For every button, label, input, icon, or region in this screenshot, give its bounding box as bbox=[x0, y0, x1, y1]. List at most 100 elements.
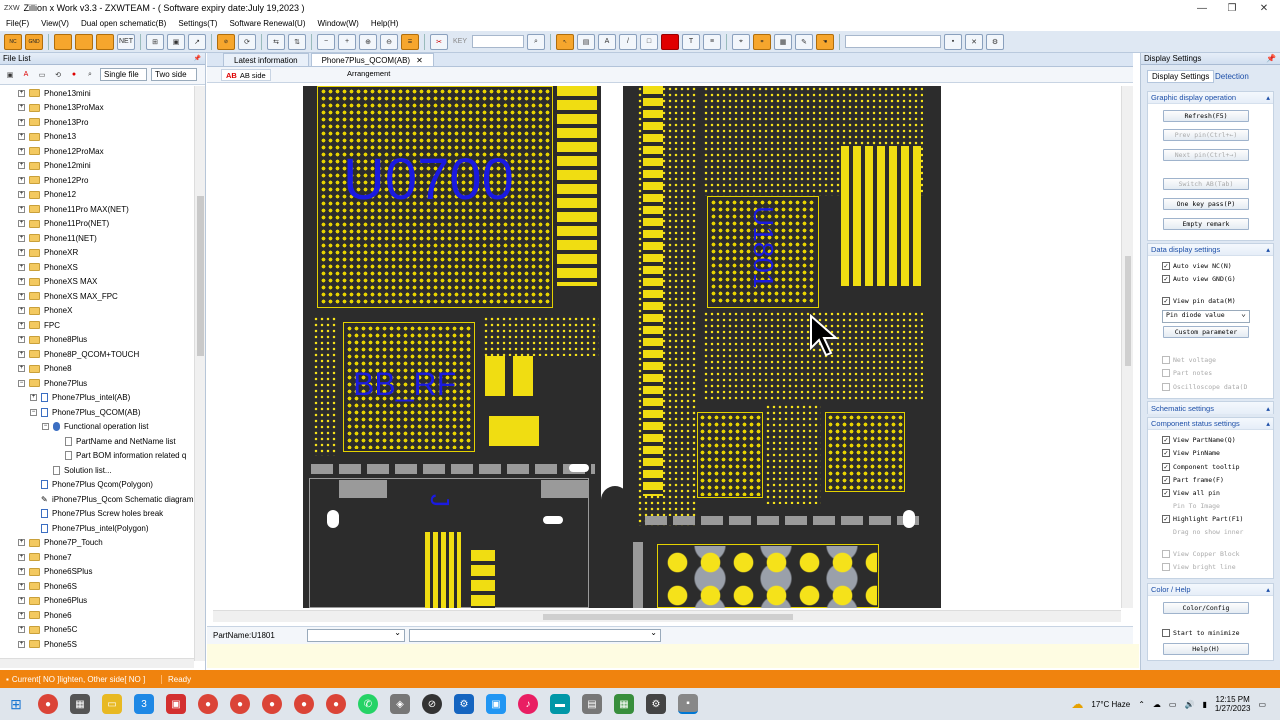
select-tool-icon[interactable]: ▤ bbox=[577, 33, 595, 50]
net-search-input[interactable] bbox=[845, 35, 941, 48]
tree-item[interactable]: − Phone7Plus_QCOM(AB) bbox=[30, 405, 140, 419]
measure-icon[interactable]: ⌖ bbox=[732, 33, 750, 50]
pcb-canvas[interactable]: U0700 BB_RF J U1801 bbox=[213, 86, 1119, 608]
tree-item[interactable]: − Phone7Plus bbox=[18, 376, 87, 390]
menu-file[interactable]: File(F) bbox=[0, 19, 35, 28]
tree-item[interactable]: + Phone8P_QCOM+TOUCH bbox=[18, 347, 139, 361]
pin-tool-icon[interactable]: ✎ bbox=[795, 33, 813, 50]
tree-item[interactable]: + PhoneXS MAX_FPC bbox=[18, 289, 118, 303]
align-button[interactable]: ⇅ bbox=[288, 33, 306, 50]
pointer-tool-icon[interactable]: ↖ bbox=[556, 33, 574, 50]
tab-latest-information[interactable]: Latest information bbox=[223, 53, 309, 66]
expand-icon[interactable]: + bbox=[18, 611, 25, 619]
tree-item[interactable]: + PhoneX bbox=[18, 304, 72, 318]
menu-dual-open[interactable]: Dual open schematic(B) bbox=[75, 19, 172, 28]
oscilloscope-checkbox[interactable]: Oscilloscope data(D bbox=[1162, 381, 1247, 392]
line-style-icon[interactable]: ≡ bbox=[703, 33, 721, 50]
tree-item[interactable]: Phone7Plus_intel(Polygon) bbox=[30, 521, 149, 535]
menu-help[interactable]: Help(H) bbox=[365, 19, 405, 28]
app-icon[interactable]: ▣ bbox=[166, 694, 186, 714]
menu-window[interactable]: Window(W) bbox=[312, 19, 365, 28]
tab-arrangement[interactable]: Arrangement bbox=[347, 69, 390, 81]
view-all-pin-checkbox[interactable]: ✓ View all pin bbox=[1162, 487, 1220, 498]
close-icon[interactable]: ✕ bbox=[1250, 0, 1278, 16]
chrome-icon[interactable]: ● bbox=[198, 694, 218, 714]
color-config-button[interactable]: Color/Config bbox=[1163, 602, 1249, 614]
net-button[interactable]: NET bbox=[117, 33, 135, 50]
menu-view[interactable]: View(V) bbox=[35, 19, 75, 28]
pin-panel-icon[interactable]: 📌 bbox=[194, 55, 201, 62]
split-view-button[interactable]: ▣ bbox=[167, 33, 185, 50]
empty-remark-button[interactable]: Empty remark bbox=[1163, 218, 1249, 230]
collapse-icon[interactable]: ▴ bbox=[1266, 245, 1270, 254]
net-combo[interactable] bbox=[409, 628, 661, 642]
tree-item[interactable]: Part BOM information related q bbox=[54, 449, 186, 463]
part-frame-checkbox[interactable]: ✓ Part frame(F) bbox=[1162, 474, 1224, 485]
expand-icon[interactable]: + bbox=[30, 394, 37, 401]
cloud-icon[interactable]: ☁ bbox=[1153, 700, 1161, 709]
expand-icon[interactable]: + bbox=[18, 205, 25, 213]
section-header[interactable]: Component status settings ▴ bbox=[1148, 418, 1273, 430]
search-icon[interactable]: ⌕ bbox=[84, 69, 96, 81]
expand-icon[interactable]: + bbox=[18, 133, 25, 140]
expand-icon[interactable]: + bbox=[18, 350, 25, 358]
pin-highlight-button[interactable] bbox=[75, 33, 93, 50]
prev-pin-button[interactable]: Prev pin(Ctrl+←) bbox=[1163, 129, 1249, 141]
tree-item[interactable]: + Phone5C bbox=[18, 623, 77, 637]
expand-icon[interactable]: + bbox=[18, 626, 25, 633]
notification-icon[interactable]: ▭ bbox=[1258, 700, 1266, 709]
zoom-in-icon[interactable]: + bbox=[338, 33, 356, 50]
pin-to-image-checkbox[interactable]: Pin To Image bbox=[1162, 500, 1220, 511]
expand-icon[interactable]: + bbox=[18, 249, 25, 256]
rotate-button[interactable]: ⟳ bbox=[238, 33, 256, 50]
one-key-pass-button[interactable]: One key pass(P) bbox=[1163, 198, 1249, 210]
part-notes-checkbox[interactable]: Part notes bbox=[1162, 367, 1212, 378]
color-picker-icon[interactable] bbox=[661, 33, 679, 50]
app-icon[interactable]: ▬ bbox=[550, 694, 570, 714]
weather-icon[interactable]: ☁ bbox=[1071, 697, 1083, 711]
chrome-icon[interactable]: ● bbox=[326, 694, 346, 714]
tree-item[interactable]: + Phone8 bbox=[18, 362, 72, 376]
minimize-icon[interactable]: — bbox=[1188, 0, 1216, 16]
tree-item[interactable]: − Functional operation list bbox=[42, 420, 149, 434]
battery-icon[interactable]: ▮ bbox=[1202, 700, 1206, 709]
expand-icon[interactable]: + bbox=[18, 640, 25, 648]
expand-icon[interactable]: + bbox=[18, 321, 25, 329]
pin-diode-select[interactable]: Pin diode value bbox=[1162, 309, 1250, 323]
tree-item[interactable]: + Phone11Pro(NET) bbox=[18, 217, 109, 231]
clock[interactable]: 12:15 PM 1/27/2023 bbox=[1215, 695, 1251, 713]
collapse-icon[interactable]: ▴ bbox=[1266, 93, 1270, 102]
tree-item[interactable]: + Phone13Pro bbox=[18, 115, 88, 129]
close-tab-icon[interactable]: ✕ bbox=[416, 56, 423, 65]
view-pinname-checkbox[interactable]: ✓ View PinName bbox=[1162, 447, 1220, 458]
hand-tool-icon[interactable]: ☚ bbox=[816, 33, 834, 50]
tree-item[interactable]: + Phone13ProMax bbox=[18, 101, 104, 115]
section-header[interactable]: Graphic display operation ▴ bbox=[1148, 92, 1273, 104]
key-button[interactable]: KEY bbox=[451, 34, 469, 50]
expand-icon[interactable]: + bbox=[18, 597, 25, 604]
expand-icon[interactable]: + bbox=[18, 104, 25, 111]
section-header[interactable]: Color / Help ▴ bbox=[1148, 584, 1273, 596]
save-icon[interactable]: ▪ bbox=[944, 33, 962, 50]
tab-ab-side[interactable]: AB AB side bbox=[221, 69, 271, 81]
tree-item[interactable]: Solution list... bbox=[42, 463, 112, 477]
flip-button[interactable]: ↗ bbox=[188, 33, 206, 50]
app-icon[interactable]: ⊘ bbox=[422, 694, 442, 714]
expand-icon[interactable]: − bbox=[18, 379, 25, 387]
tree-item[interactable]: ✎ iPhone7Plus_Qcom Schematic diagram bbox=[30, 492, 193, 506]
canvas-horizontal-scrollbar[interactable] bbox=[213, 610, 1121, 622]
tree-item[interactable]: + Phone6 bbox=[18, 608, 72, 622]
fit-view-button[interactable]: ⊞ bbox=[146, 33, 164, 50]
open-file-icon[interactable]: ▣ bbox=[4, 69, 16, 81]
single-file-select[interactable]: Single file bbox=[100, 68, 147, 81]
font-tool-icon[interactable]: T bbox=[682, 33, 700, 50]
chrome-icon[interactable]: ● bbox=[262, 694, 282, 714]
tree-item[interactable]: Phone7Plus Qcom(Polygon) bbox=[30, 478, 153, 492]
expand-icon[interactable]: + bbox=[18, 263, 25, 271]
tree-item[interactable]: + Phone7P_Touch bbox=[18, 536, 103, 550]
switch-ab-button[interactable]: Switch AB(Tab) bbox=[1163, 178, 1249, 190]
zxw-app-icon[interactable]: ▪ bbox=[678, 694, 698, 714]
expand-icon[interactable]: + bbox=[18, 582, 25, 590]
tree-item[interactable]: + Phone11Pro MAX(NET) bbox=[18, 202, 129, 216]
view-pin-data-checkbox[interactable]: ✓ View pin data(M) bbox=[1162, 295, 1236, 306]
